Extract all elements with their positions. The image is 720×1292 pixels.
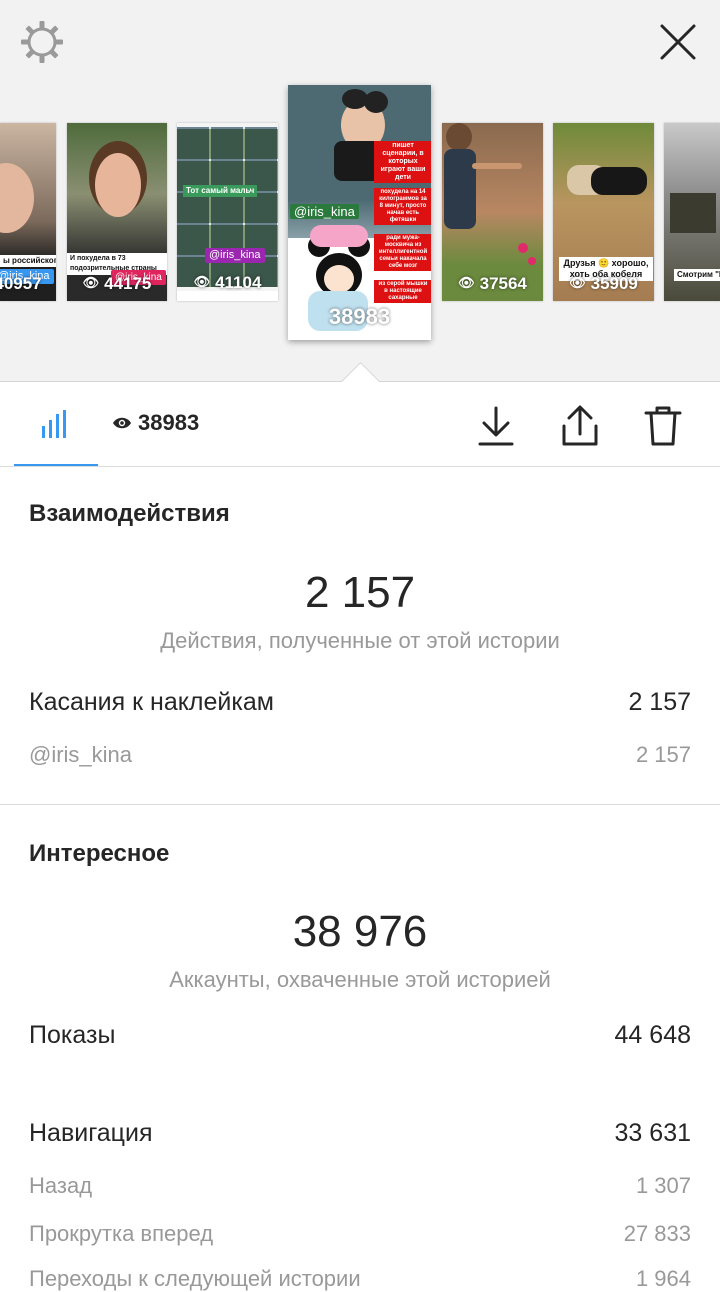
mention-value: 2 157 xyxy=(635,742,691,767)
navigation-value: 33 631 xyxy=(614,1119,691,1147)
download-icon[interactable] xyxy=(476,404,516,448)
mention-row: @iris_kina 2 157 xyxy=(29,742,691,768)
gear-icon[interactable] xyxy=(19,19,65,65)
next-story-label: Переходы к следующей истории xyxy=(29,1266,361,1291)
impressions-value: 44 648 xyxy=(614,1021,691,1049)
story-caption: Смотрим "Ка... xyxy=(674,269,720,281)
sticker-taps-row: Касания к наклейкам 2 157 xyxy=(29,688,691,717)
reach-label: Аккаунты, охваченные этой историей xyxy=(169,967,551,992)
close-icon[interactable] xyxy=(656,20,700,64)
mention-label: @iris_kina xyxy=(29,742,133,767)
story-thumbnail[interactable]: 👁 37564 xyxy=(442,123,543,301)
forward-label: Прокрутка вперед xyxy=(29,1221,214,1246)
back-value: 1 307 xyxy=(635,1173,691,1198)
eye-icon: 👁 xyxy=(193,274,211,289)
story-view-count: 38983 xyxy=(328,304,391,329)
interactions-total: 2 157 xyxy=(304,568,416,617)
story-thumbnail-selected[interactable]: пишет сценарии, в которых играют ваши де… xyxy=(288,85,431,340)
share-icon[interactable] xyxy=(560,404,600,448)
next-story-value: 1 964 xyxy=(635,1266,691,1291)
story-caption: ради мужа-москвича из интеллигентной сем… xyxy=(374,234,431,271)
discovery-section-title: Интересное xyxy=(29,840,170,867)
story-thumbnail[interactable]: Тот самый мальч @iris_kina 👁 41104 xyxy=(177,123,278,301)
story-thumbnail[interactable]: Друзья 🙂 хорошо, хоть оба кобеля 👁 35909 xyxy=(553,123,654,301)
sticker-taps-value: 2 157 xyxy=(628,688,691,716)
story-view-count: 40957 xyxy=(0,274,42,293)
next-story-row: Переходы к следующей истории 1 964 xyxy=(29,1266,691,1292)
navigation-row: Навигация 33 631 xyxy=(29,1119,691,1148)
reach-total: 38 976 xyxy=(292,907,428,956)
story-caption: из серой мышки в настоящие сахарные xyxy=(374,280,431,303)
eye-icon: 👁 xyxy=(569,275,586,290)
story-thumbnail[interactable]: ы российского @iris_kina 40957 xyxy=(0,123,56,301)
impressions-row: Показы 44 648 xyxy=(29,1021,691,1050)
forward-row: Прокрутка вперед 27 833 xyxy=(29,1221,691,1247)
story-mention-tag: @iris_kina xyxy=(290,204,359,219)
story-caption: ы российского xyxy=(0,255,56,267)
insights-toolbar: 38983 xyxy=(0,382,720,467)
back-row: Назад 1 307 xyxy=(29,1173,691,1199)
navigation-label: Навигация xyxy=(29,1119,153,1147)
story-view-count: 👁 37564 xyxy=(458,274,527,293)
section-divider xyxy=(0,804,720,805)
interactions-total-label: Действия, полученные от этой истории xyxy=(160,628,560,653)
story-carousel: ы российского @iris_kina 40957 И похудел… xyxy=(0,0,720,382)
forward-value: 27 833 xyxy=(623,1221,691,1246)
view-count: 38983 xyxy=(138,410,200,435)
sticker-taps-label: Касания к наклейкам xyxy=(29,688,274,716)
eye-icon: 👁 xyxy=(82,275,100,290)
eye-icon xyxy=(113,417,131,429)
eye-icon: 👁 xyxy=(458,275,475,290)
back-label: Назад xyxy=(29,1173,93,1198)
impressions-label: Показы xyxy=(29,1021,116,1049)
story-view-count: 👁 44175 xyxy=(82,274,152,293)
story-thumbnail[interactable]: И похудела в 73 подозрительные страны @i… xyxy=(67,123,167,301)
tab-insights[interactable] xyxy=(14,382,98,466)
trash-icon[interactable] xyxy=(643,404,683,448)
story-caption: пишет сценарии, в которых играют ваши де… xyxy=(374,141,431,183)
story-view-count: 👁 41104 xyxy=(193,273,262,292)
interactions-section-title: Взаимодействия xyxy=(29,500,230,527)
bar-chart-icon xyxy=(42,410,66,438)
tab-viewers[interactable]: 38983 xyxy=(112,410,199,440)
selected-story-pointer xyxy=(341,362,379,382)
story-mention-tag: @iris_kina xyxy=(205,248,265,263)
story-caption: похудела на 14 килограммов за 8 минут, п… xyxy=(374,188,431,225)
story-thumbnail[interactable]: Смотрим "Ка... xyxy=(664,123,720,301)
story-caption: Тот самый мальч xyxy=(183,185,258,197)
story-view-count: 👁 35909 xyxy=(569,274,638,293)
